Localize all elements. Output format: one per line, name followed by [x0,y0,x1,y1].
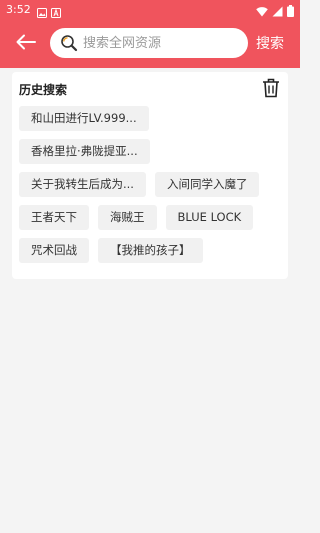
search-button[interactable]: 搜索 [256,32,284,56]
image-notification-icon [37,5,47,18]
history-tag[interactable]: 和山田进行LV.999... [19,106,149,131]
font-notification-icon [51,5,61,18]
history-title: 历史搜索 [19,83,68,97]
tag-row: 王者天下 海贼王 BLUE LOCK [19,205,281,230]
arrow-left-icon [16,34,36,54]
tag-row: 香格里拉·弗陇提亚... [19,139,281,164]
trash-icon [262,78,280,102]
search-input[interactable] [83,28,238,58]
history-tag[interactable]: 王者天下 [19,205,89,230]
notification-icons [37,5,61,18]
search-box[interactable] [50,28,248,58]
status-bar: 3:52 [0,0,300,20]
history-tag[interactable]: BLUE LOCK [165,205,254,230]
history-tag[interactable]: 咒术回战 [19,238,89,263]
history-tag[interactable]: 香格里拉·弗陇提亚... [19,139,150,164]
tag-row: 咒术回战 【我推的孩子】 [19,238,281,263]
history-tag-list: 和山田进行LV.999... 香格里拉·弗陇提亚... 关于我转生后成为... … [19,106,281,271]
clear-history-button[interactable] [262,78,282,98]
history-tag[interactable]: 【我推的孩子】 [98,238,203,263]
tag-row: 关于我转生后成为... 入间同学入魔了 [19,172,281,197]
history-tag[interactable]: 海贼王 [98,205,157,230]
search-history-card: 历史搜索 和山田进行LV.999... 香格里拉·弗陇提亚... 关于我转生后成… [12,72,288,279]
search-icon [60,34,78,52]
history-tag[interactable]: 入间同学入魔了 [154,172,260,197]
tag-row: 和山田进行LV.999... [19,106,281,131]
back-button[interactable] [14,32,38,56]
status-time: 3:52 [6,3,31,16]
app-bar: 搜索 [0,20,300,68]
history-tag[interactable]: 关于我转生后成为... [19,172,146,197]
